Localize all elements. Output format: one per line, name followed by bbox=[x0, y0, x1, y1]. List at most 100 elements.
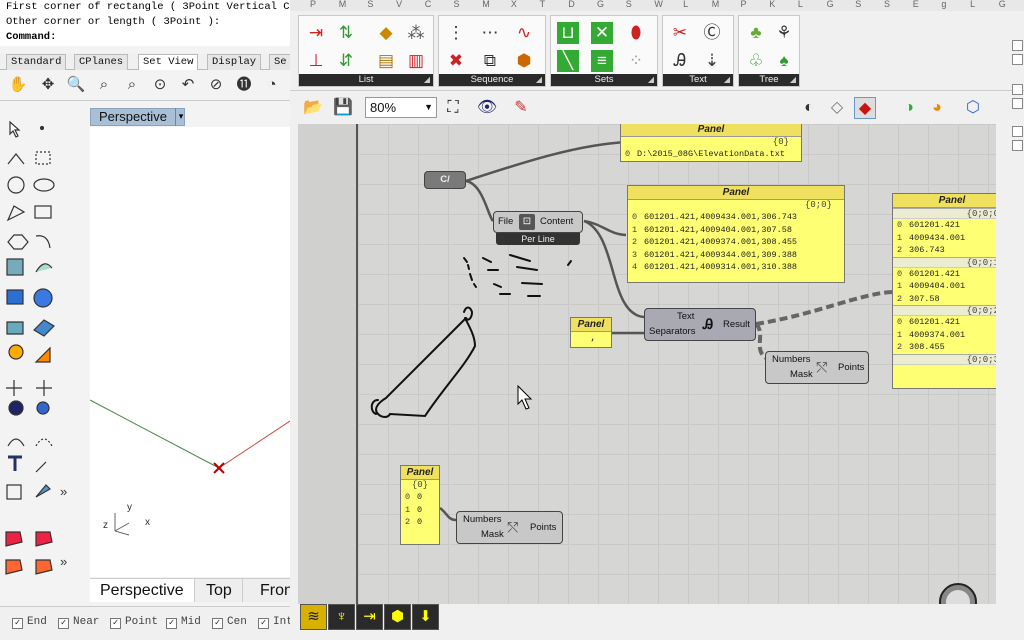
list-item-icon[interactable]: ⇥ bbox=[305, 22, 327, 44]
random-icon[interactable]: ⬢ bbox=[513, 50, 535, 72]
viewport-tab-front[interactable]: Fron bbox=[250, 579, 290, 602]
pan-hand-icon[interactable]: ✋ bbox=[8, 75, 28, 95]
save-icon[interactable]: 💾 bbox=[332, 97, 354, 119]
undo-view-icon[interactable]: ↶ bbox=[178, 75, 198, 95]
component-tab[interactable]: g bbox=[941, 0, 946, 9]
component-tab[interactable]: G bbox=[999, 0, 1006, 9]
graph-icon[interactable]: ∿ bbox=[513, 22, 535, 44]
bake-icon[interactable]: ⬢ bbox=[384, 604, 411, 630]
wireframe-preview-icon[interactable]: ◇ bbox=[826, 97, 848, 119]
one-to-one-icon[interactable]: ⓫ bbox=[234, 75, 254, 95]
perspective-viewport[interactable]: z y x bbox=[89, 127, 290, 577]
osnap-cen[interactable]: ✓ Cen bbox=[212, 616, 247, 629]
component-tab[interactable]: S bbox=[454, 0, 460, 9]
command-prompt[interactable]: Command: bbox=[6, 30, 290, 45]
zoom-extents-icon[interactable]: ⊘ bbox=[206, 75, 226, 95]
component-tab[interactable]: D bbox=[568, 0, 575, 9]
range-icon[interactable]: ⋯ bbox=[479, 22, 501, 44]
tab-cplanes[interactable]: CPlanes bbox=[74, 54, 129, 70]
expand-group-icon[interactable]: ◢ bbox=[724, 74, 730, 86]
component-tab[interactable]: P bbox=[310, 0, 316, 9]
viewport-title[interactable]: Perspective bbox=[90, 108, 185, 126]
delete-consecutive-icon[interactable]: ≡ bbox=[591, 50, 613, 72]
preview-eye-icon[interactable]: 👁 bbox=[476, 97, 498, 119]
viewport-menu-arrow[interactable]: ▾ bbox=[175, 108, 186, 126]
checkbox-icon[interactable]: ✓ bbox=[110, 618, 121, 629]
side-button[interactable] bbox=[1012, 98, 1023, 109]
osnap-int[interactable]: ✓ Int bbox=[258, 616, 290, 629]
component-tab[interactable]: M bbox=[339, 0, 347, 9]
mask-panel[interactable]: Panel {0} 00 10 20 bbox=[400, 465, 440, 545]
partition-icon[interactable]: ⁂ bbox=[405, 22, 427, 44]
side-button[interactable] bbox=[1012, 84, 1023, 95]
shaded-preview-icon[interactable]: ◆ bbox=[854, 97, 876, 119]
side-button[interactable] bbox=[1012, 140, 1023, 151]
dispatch-icon[interactable]: ▤ bbox=[375, 50, 397, 72]
checkbox-icon[interactable]: ✓ bbox=[58, 618, 69, 629]
file-path-param[interactable]: C/ bbox=[424, 171, 466, 189]
explode-tree-icon[interactable]: ♧ bbox=[745, 50, 767, 72]
zoom-dynamic-icon[interactable]: ⌕ bbox=[122, 75, 142, 95]
component-tab[interactable]: P bbox=[741, 0, 747, 9]
concatenate-icon[interactable]: ✂ bbox=[669, 22, 691, 44]
result-panel[interactable]: Panel {0;0;0 0 601201.421 1 4009434.001 23… bbox=[892, 193, 996, 389]
component-tab[interactable]: S bbox=[367, 0, 373, 9]
component-tab[interactable]: L bbox=[683, 0, 688, 9]
pull-points-component-2[interactable]: Numbers Mask ⤲ Points bbox=[456, 511, 563, 544]
checkbox-icon[interactable]: ✓ bbox=[258, 618, 269, 629]
set-difference-icon[interactable]: ✕ bbox=[591, 22, 613, 44]
expand-group-icon[interactable]: ◢ bbox=[648, 74, 654, 86]
preview-off-icon[interactable]: ◐ bbox=[798, 97, 820, 119]
checkbox-icon[interactable]: ✓ bbox=[12, 618, 23, 629]
component-tab[interactable]: V bbox=[396, 0, 402, 9]
component-tab[interactable]: E bbox=[913, 0, 919, 9]
component-tab[interactable]: M bbox=[712, 0, 720, 9]
duplicate-icon[interactable]: ⧉ bbox=[479, 50, 501, 72]
list-length-icon[interactable]: ⊥ bbox=[305, 50, 327, 72]
graft-tree-icon[interactable]: ⚘ bbox=[773, 22, 795, 44]
sketch-tool-icon[interactable]: ≋ bbox=[300, 604, 327, 630]
file-path-panel[interactable]: Panel {0} 0 D:\2015_08G\ElevationData.txt bbox=[620, 124, 802, 162]
viewport-tab-top[interactable]: Top bbox=[196, 579, 243, 602]
replace-members-icon[interactable]: ⬮ bbox=[625, 22, 647, 44]
content-panel[interactable]: Panel {0;0} 0 601201.421,4009434.001,306.… bbox=[627, 185, 845, 283]
side-button[interactable] bbox=[1012, 54, 1023, 65]
tab-overflow[interactable]: Se bbox=[269, 54, 290, 70]
zoom-icon[interactable]: 🔍 bbox=[66, 75, 86, 95]
series-icon[interactable]: ⋮ bbox=[445, 22, 467, 44]
side-button[interactable] bbox=[1012, 40, 1023, 51]
zoom-selected-icon[interactable]: ⊙ bbox=[150, 75, 170, 95]
tab-standard[interactable]: Standard bbox=[6, 54, 67, 70]
osnap-mid[interactable]: ✓ Mid bbox=[166, 616, 201, 629]
download-icon[interactable]: ⬇ bbox=[412, 604, 439, 630]
merge-tree-icon[interactable]: ♠ bbox=[773, 50, 795, 72]
zoom-select[interactable]: 80% ▼ bbox=[365, 97, 437, 118]
sort-list-icon[interactable]: ⇅ bbox=[335, 22, 357, 44]
component-tab[interactable]: L bbox=[970, 0, 975, 9]
split-text-component[interactable]: Text Separators Ꭿ Result bbox=[644, 308, 756, 341]
tab-display[interactable]: Display bbox=[207, 54, 262, 70]
checkbox-icon[interactable]: ✓ bbox=[212, 618, 223, 629]
combinations-icon[interactable]: ⁘ bbox=[625, 50, 647, 72]
component-tab[interactable]: S bbox=[884, 0, 890, 9]
split-text-icon[interactable]: Ꭿ bbox=[669, 50, 691, 72]
osnap-near[interactable]: ✓ Near bbox=[58, 616, 99, 629]
more-tools-icon-2[interactable]: » bbox=[60, 554, 67, 569]
viewport-tab-perspective[interactable]: Perspective bbox=[90, 579, 195, 602]
read-file-component[interactable]: File ⊡ Content bbox=[493, 211, 583, 233]
component-tab[interactable]: C bbox=[425, 0, 432, 9]
flatten-tree-icon[interactable]: ♣ bbox=[745, 22, 767, 44]
separator-panel[interactable]: Panel , bbox=[570, 317, 612, 348]
component-tab[interactable]: W bbox=[654, 0, 663, 9]
expand-group-icon[interactable]: ◢ bbox=[790, 74, 796, 86]
set-intersection-icon[interactable]: ╲ bbox=[557, 50, 579, 72]
component-tab[interactable]: G bbox=[597, 0, 604, 9]
text-case-icon[interactable]: Ⓒ bbox=[701, 22, 723, 44]
component-tab[interactable]: X bbox=[511, 0, 517, 9]
osnap-end[interactable]: ✓ End bbox=[12, 616, 47, 629]
component-tab[interactable]: S bbox=[626, 0, 632, 9]
component-tab[interactable]: L bbox=[798, 0, 803, 9]
cull-icon[interactable]: ✖ bbox=[445, 50, 467, 72]
zoom-window-icon[interactable]: ⌕ bbox=[94, 75, 114, 95]
named-view-icon[interactable]: ◔ bbox=[262, 75, 282, 95]
